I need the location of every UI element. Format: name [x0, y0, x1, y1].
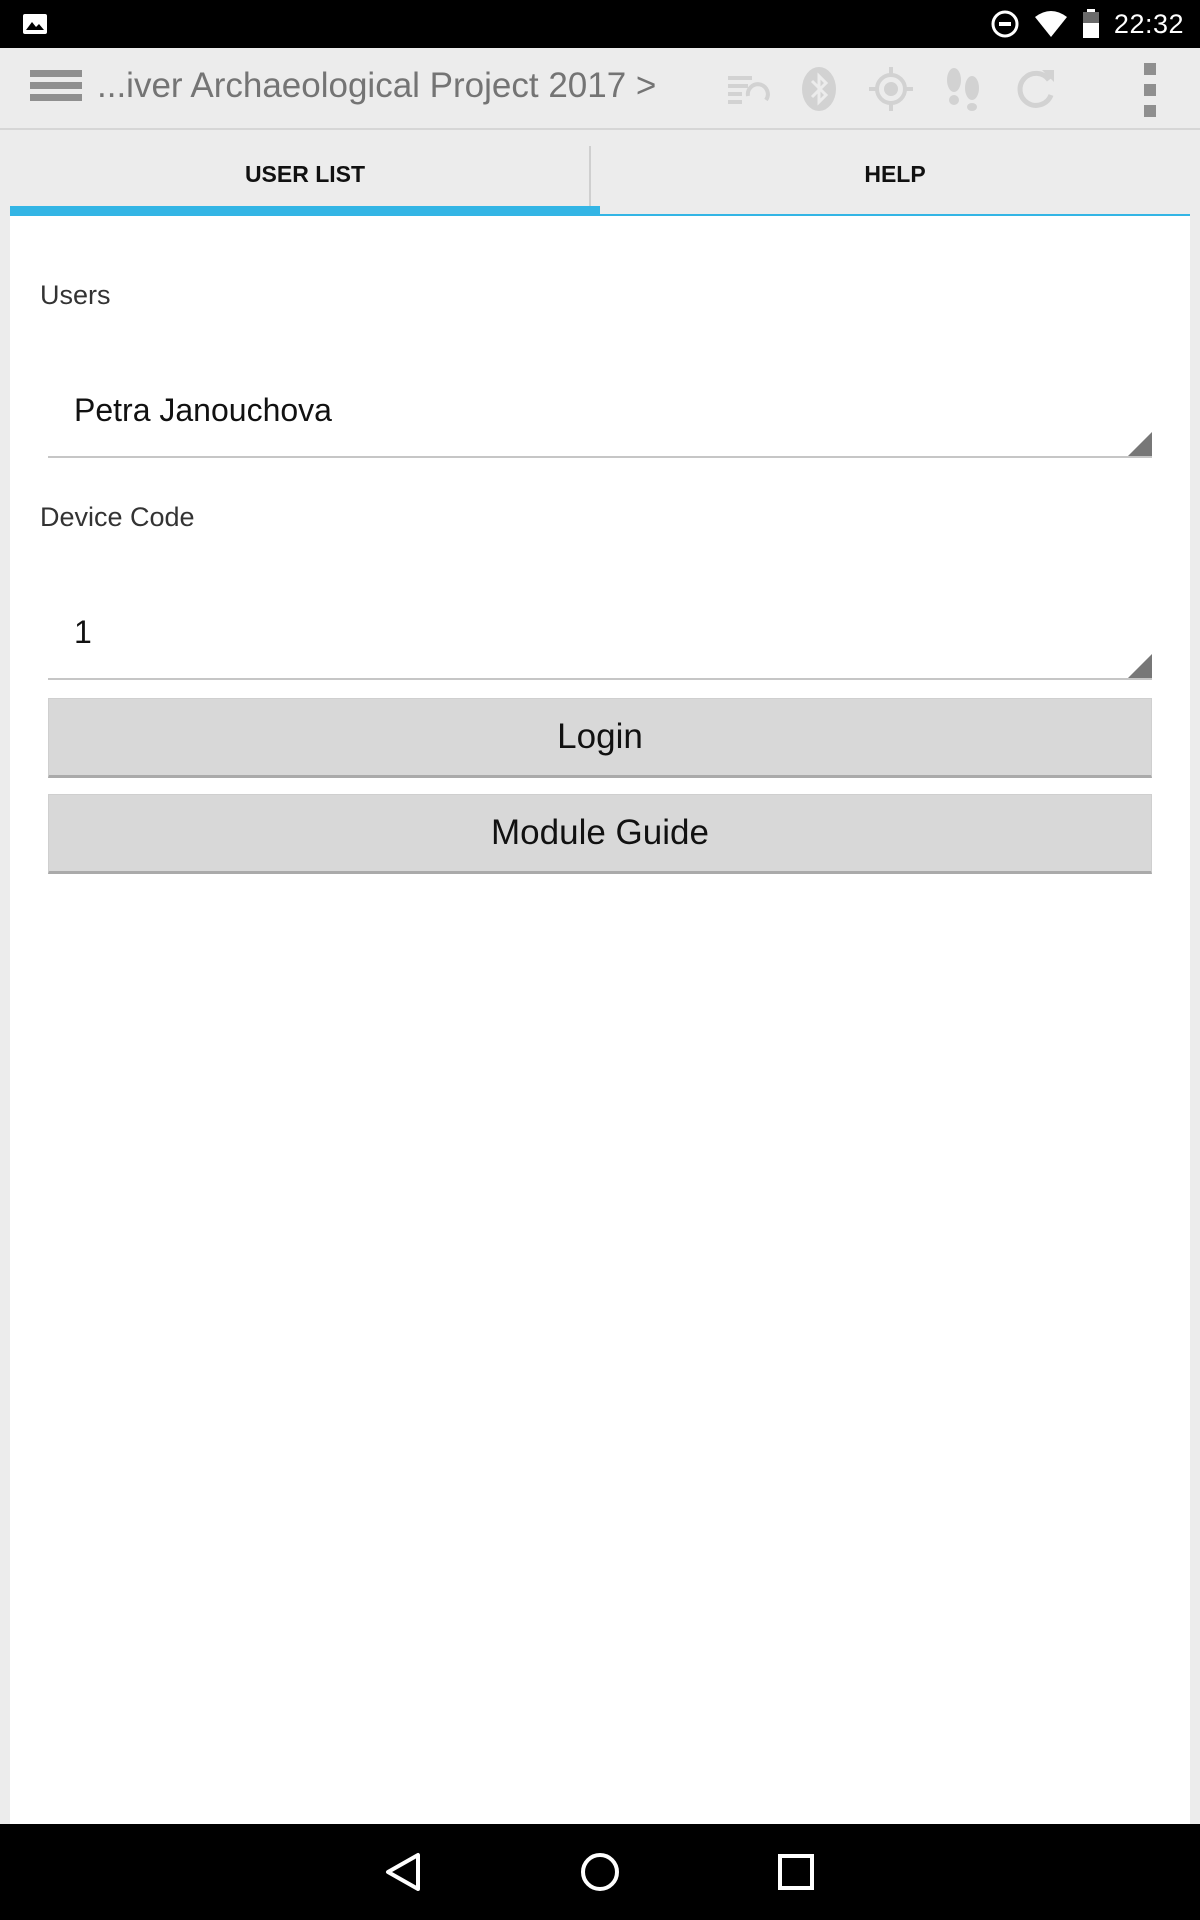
- login-button[interactable]: Login: [48, 698, 1152, 778]
- login-panel: Users Petra Janouchova Device Code 1 Log…: [10, 216, 1190, 1824]
- recents-icon[interactable]: [772, 1848, 820, 1896]
- bluetooth-icon[interactable]: [796, 66, 842, 112]
- module-guide-button[interactable]: Module Guide: [48, 794, 1152, 874]
- drawer-menu-icon[interactable]: [30, 70, 82, 110]
- navigation-bar: [0, 1824, 1200, 1920]
- battery-icon: [1082, 9, 1099, 38]
- tab-help[interactable]: HELP: [600, 132, 1190, 216]
- back-icon[interactable]: [380, 1848, 428, 1896]
- overflow-menu-icon[interactable]: [1140, 63, 1160, 117]
- device-code-label: Device Code: [40, 502, 195, 532]
- clock: 22:32: [1113, 8, 1184, 39]
- tab-bar: USER LIST HELP: [10, 132, 1190, 216]
- active-tab-indicator: [10, 206, 600, 216]
- home-icon[interactable]: [576, 1848, 624, 1896]
- sync-list-icon[interactable]: [724, 66, 770, 112]
- tab-user-list-label: USER LIST: [244, 160, 366, 187]
- do-not-disturb-icon: [991, 10, 1019, 38]
- refresh-icon[interactable]: [1012, 66, 1058, 112]
- users-label: Users: [40, 280, 111, 310]
- tab-user-list[interactable]: USER LIST: [10, 132, 600, 216]
- tab-help-label: HELP: [864, 160, 926, 187]
- device-code-spinner[interactable]: 1: [48, 600, 1152, 680]
- device-code-spinner-value: 1: [74, 614, 92, 650]
- users-spinner-value: Petra Janouchova: [74, 392, 332, 428]
- gps-icon[interactable]: [868, 66, 914, 112]
- action-bar: ...iver Archaeological Project 2017 >: [0, 48, 1200, 130]
- image-notification-icon: [23, 14, 47, 34]
- footsteps-icon[interactable]: [940, 66, 986, 112]
- users-spinner[interactable]: Petra Janouchova: [48, 378, 1152, 458]
- wifi-icon: [1034, 11, 1067, 37]
- dropdown-triangle-icon: [1128, 432, 1152, 456]
- dropdown-triangle-icon: [1128, 654, 1152, 678]
- app-title[interactable]: ...iver Archaeological Project 2017 >: [97, 66, 656, 106]
- status-icons: 22:32: [990, 0, 1184, 48]
- status-bar: 22:32: [0, 0, 1200, 48]
- tab-divider: [589, 146, 591, 206]
